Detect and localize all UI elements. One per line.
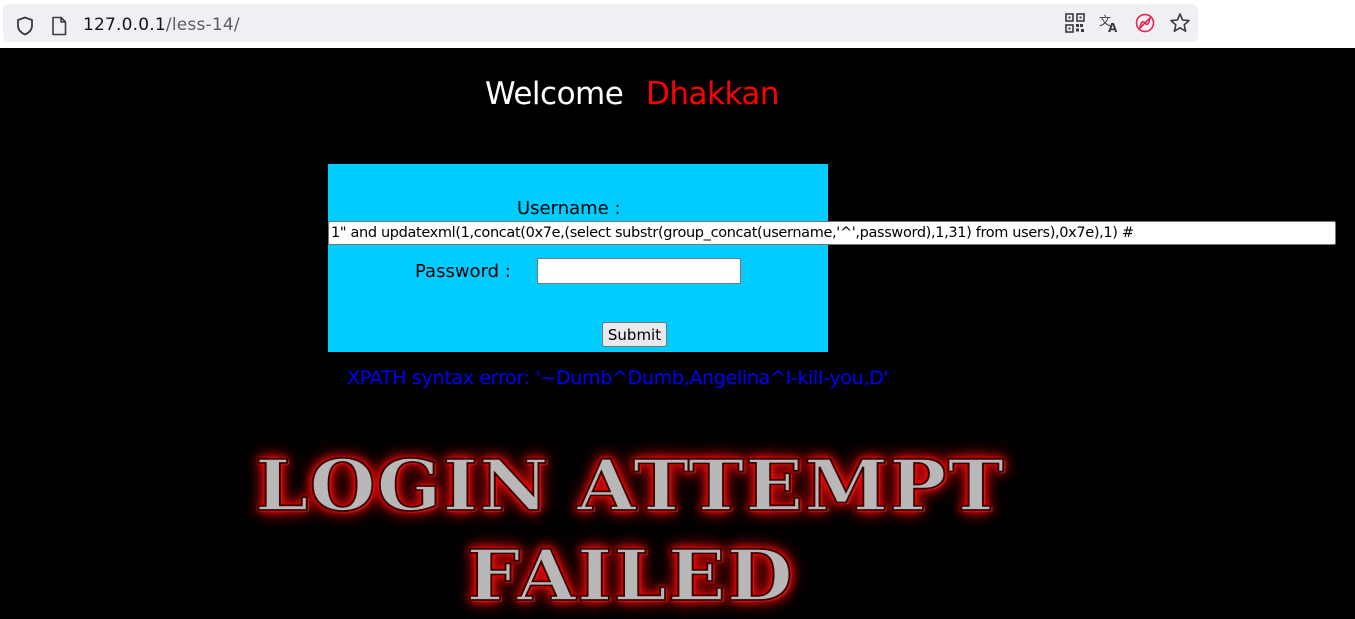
welcome-name: Dhakkan [646,76,780,112]
page-icon [52,16,67,36]
username-input[interactable] [328,221,1336,245]
address-bar[interactable]: 127.0.0.1/less-14/ [3,4,1198,42]
username-label: Username : [517,198,621,219]
password-input[interactable] [537,258,741,284]
tracking-blocked-icon[interactable] [1134,12,1156,34]
welcome-label: Welcome [485,76,624,112]
banner-line-1: LOGIN ATTEMPT [254,444,1005,528]
qr-code-icon[interactable] [1064,12,1086,34]
login-failed-banner-image: LOGIN ATTEMPT FAILED [230,444,1030,619]
browser-toolbar: 127.0.0.1/less-14/ 文 A [0,0,1355,48]
translate-icon[interactable]: 文 A [1098,12,1120,34]
bookmark-star-icon[interactable] [1169,12,1191,34]
shield-icon[interactable] [16,16,34,36]
svg-text:A: A [1108,21,1118,34]
url-path: /less-14/ [165,15,240,35]
url-host: 127.0.0.1 [83,15,166,35]
submit-button[interactable]: Submit [602,322,667,347]
password-label: Password : [415,261,511,282]
banner-line-2: FAILED [465,534,794,618]
url-text[interactable]: 127.0.0.1/less-14/ [83,15,240,35]
xpath-error-message: XPATH syntax error: '~Dumb^Dumb,Angelina… [347,367,889,389]
